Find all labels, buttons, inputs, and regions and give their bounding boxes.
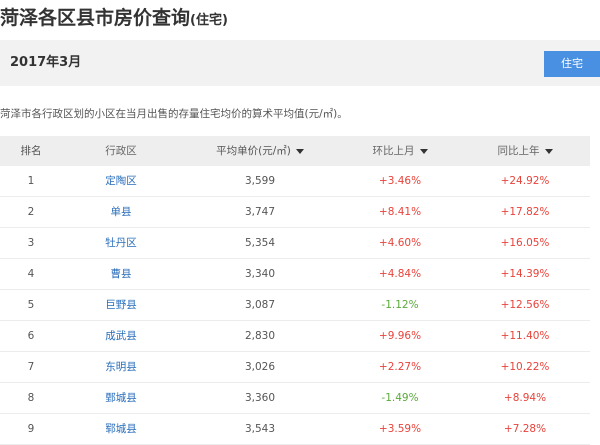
avg-price-cell: 3,026 [244,361,276,373]
table-row: 3 牡丹区 5,354 +4.60% +16.05% [0,228,590,259]
avg-price-cell: 3,087 [244,299,276,311]
mom-change-cell: -1.12% [381,299,419,311]
table-row: 9 郓城县 3,543 +3.59% +7.28% [0,414,590,445]
mom-change-cell: +9.96% [378,330,422,342]
rank-cell: 9 [27,423,35,435]
table-description: 菏泽市各行政区划的小区在当月出售的存量住宅均价的算术平均值(元/㎡)。 [0,108,348,120]
district-link[interactable]: 牡丹区 [62,228,180,258]
header-price-label: 平均单价(元/㎡) [216,145,291,157]
district-link[interactable]: 东明县 [62,352,180,382]
table-row: 4 曹县 3,340 +4.84% +14.39% [0,259,590,290]
table-row: 2 单县 3,747 +8.41% +17.82% [0,197,590,228]
yoy-change-cell: +7.28% [503,423,547,435]
table-row: 8 鄄城县 3,360 -1.49% +8.94% [0,383,590,414]
district-link[interactable]: 郓城县 [62,414,180,444]
filter-bar: 2017年3月 住宅 [0,40,600,86]
rank-cell: 5 [27,299,35,311]
rank-cell: 4 [27,268,35,280]
avg-price-cell: 5,354 [244,237,276,249]
rank-cell: 1 [27,175,35,187]
table-row: 1 定陶区 3,599 +3.46% +24.92% [0,166,590,197]
table-row: 5 巨野县 3,087 -1.12% +12.56% [0,290,590,321]
header-rank-label: 排名 [20,145,42,157]
month-label: 2017年3月 [10,55,82,70]
residential-type-button[interactable]: 住宅 [544,51,600,77]
avg-price-cell: 3,599 [244,175,276,187]
header-rank: 排名 [0,136,62,166]
district-link[interactable]: 定陶区 [62,166,180,196]
yoy-change-cell: +14.39% [500,268,550,280]
sort-by-yoy-header[interactable]: 同比上年 [460,136,590,166]
yoy-change-cell: +16.05% [500,237,550,249]
table-header: 排名 行政区 平均单价(元/㎡) 环比上月 同比上年 [0,136,590,166]
district-link[interactable]: 成武县 [62,321,180,351]
price-ranking-table: 排名 行政区 平均单价(元/㎡) 环比上月 同比上年 1 定陶区 3,599 +3.4… [0,136,590,445]
yoy-change-cell: +11.40% [500,330,550,342]
sort-caret-icon [544,148,553,154]
rank-cell: 6 [27,330,35,342]
header-district-label: 行政区 [105,145,137,157]
mom-change-cell: +3.46% [378,175,422,187]
mom-change-cell: +2.27% [378,361,422,373]
table-row: 7 东明县 3,026 +2.27% +10.22% [0,352,590,383]
yoy-change-cell: +12.56% [500,299,550,311]
yoy-change-cell: +17.82% [500,206,550,218]
district-link[interactable]: 曹县 [62,259,180,289]
mom-change-cell: +4.60% [378,237,422,249]
rank-cell: 2 [27,206,35,218]
table-body: 1 定陶区 3,599 +3.46% +24.92% 2 单县 3,747 +8.41% +17.… [0,166,590,445]
district-link[interactable]: 巨野县 [62,290,180,320]
mom-change-cell: +8.41% [378,206,422,218]
district-link[interactable]: 单县 [62,197,180,227]
page-title-text: 菏泽各区县市房价查询 [0,7,191,29]
mom-change-cell: -1.49% [381,392,419,404]
header-yoy-label: 同比上年 [497,145,540,157]
rank-cell: 7 [27,361,35,373]
sort-by-mom-header[interactable]: 环比上月 [340,136,460,166]
rank-cell: 8 [27,392,35,404]
sort-by-price-header[interactable]: 平均单价(元/㎡) [180,136,340,166]
table-row: 6 成武县 2,830 +9.96% +11.40% [0,321,590,352]
avg-price-cell: 2,830 [244,330,276,342]
yoy-change-cell: +24.92% [500,175,550,187]
page-title-subtitle: (住宅) [190,13,228,28]
header-mom-label: 环比上月 [372,145,415,157]
yoy-change-cell: +10.22% [500,361,550,373]
district-link[interactable]: 鄄城县 [62,383,180,413]
page-title: 菏泽各区县市房价查询(住宅) [0,6,228,30]
rank-cell: 3 [27,237,35,249]
avg-price-cell: 3,543 [244,423,276,435]
avg-price-cell: 3,747 [244,206,276,218]
sort-caret-icon [419,148,428,154]
header-district: 行政区 [62,136,180,166]
mom-change-cell: +4.84% [378,268,422,280]
mom-change-cell: +3.59% [378,423,422,435]
avg-price-cell: 3,340 [244,268,276,280]
sort-caret-icon [295,148,304,154]
avg-price-cell: 3,360 [244,392,276,404]
yoy-change-cell: +8.94% [503,392,547,404]
